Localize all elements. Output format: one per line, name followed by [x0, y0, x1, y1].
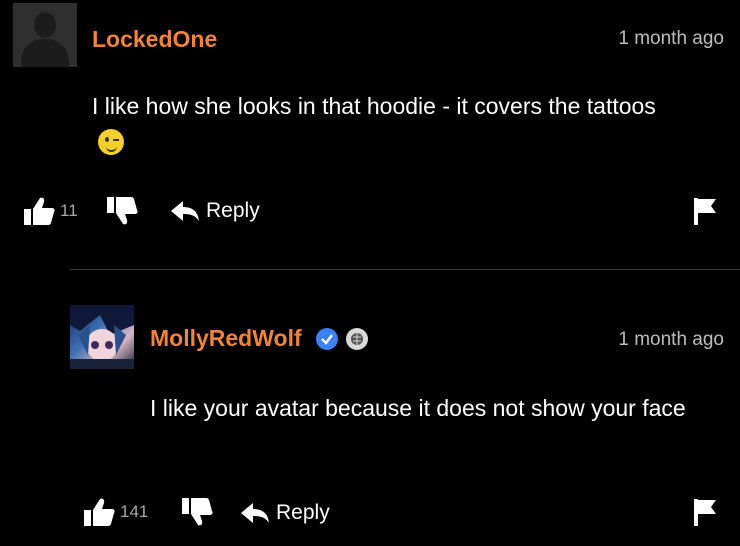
comment-body: I like how she looks in that hoodie - it…: [92, 88, 672, 162]
thumbs-up-icon: [24, 197, 55, 225]
reply-arrow-icon: [241, 503, 269, 523]
verified-icon: [315, 327, 338, 350]
reply-label: Reply: [276, 501, 330, 524]
avatar[interactable]: [13, 3, 77, 67]
thumbs-down-icon: [107, 197, 138, 225]
like-button[interactable]: 11: [22, 196, 78, 226]
username[interactable]: MollyRedWolf: [150, 325, 302, 352]
flag-icon: [694, 499, 716, 526]
default-user-body: [21, 39, 69, 67]
timestamp: 1 month ago: [618, 329, 724, 350]
divider: [70, 269, 740, 270]
comment-text: I like your avatar because it does not s…: [150, 395, 686, 421]
thumbs-up-icon: [84, 498, 115, 526]
reply-button[interactable]: Reply: [170, 199, 260, 223]
dislike-button[interactable]: [105, 196, 139, 231]
thumbs-down-icon: [182, 498, 213, 526]
flag-button[interactable]: [692, 497, 718, 532]
comment-text: I like how she looks in that hoodie - it…: [92, 93, 656, 119]
username[interactable]: LockedOne: [92, 26, 217, 53]
like-button[interactable]: 141: [82, 497, 148, 527]
username-row: MollyRedWolf: [150, 325, 368, 352]
reply-button[interactable]: Reply: [240, 501, 330, 525]
dislike-button[interactable]: [180, 497, 214, 532]
like-count: 11: [60, 201, 78, 220]
avatar[interactable]: [70, 305, 134, 369]
timestamp: 1 month ago: [618, 28, 724, 49]
reply-label: Reply: [206, 199, 260, 222]
reply-arrow-icon: [171, 201, 199, 221]
like-count: 141: [120, 502, 149, 521]
flag-button[interactable]: [692, 196, 718, 231]
winking-face-icon: [98, 129, 124, 155]
default-user-icon: [34, 12, 56, 38]
flag-icon: [694, 198, 716, 225]
anime-avatar-image: [70, 305, 134, 369]
globe-icon: [345, 327, 368, 350]
